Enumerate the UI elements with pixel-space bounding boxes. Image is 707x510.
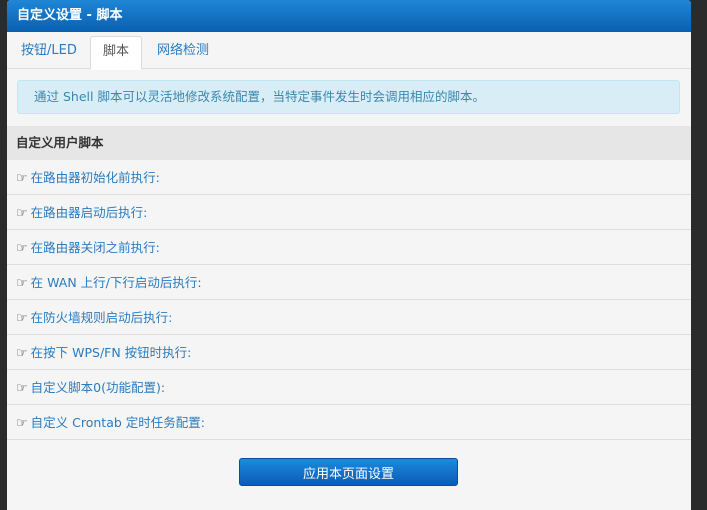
panel-title: 自定义设置 - 脚本 — [7, 0, 691, 32]
pointing-hand-icon: ☞ — [16, 381, 28, 396]
settings-panel: 自定义设置 - 脚本 按钮/LED 脚本 网络检测 通过 Shell 脚本可以灵… — [7, 0, 691, 510]
tab-network-check[interactable]: 网络检测 — [145, 36, 221, 69]
pointing-hand-icon: ☞ — [16, 206, 28, 221]
pointing-hand-icon: ☞ — [16, 346, 28, 361]
script-row-init[interactable]: ☞ 在路由器初始化前执行: — [7, 160, 691, 195]
info-alert: 通过 Shell 脚本可以灵活地修改系统配置，当特定事件发生时会调用相应的脚本。 — [17, 80, 680, 114]
script-list: ☞ 在路由器初始化前执行: ☞ 在路由器启动后执行: ☞ 在路由器关闭之前执行: ☞ 在… — [7, 160, 691, 440]
pointing-hand-icon: ☞ — [16, 276, 28, 291]
script-label: 自定义 Crontab 定时任务配置: — [30, 415, 205, 430]
apply-settings-button[interactable]: 应用本页面设置 — [239, 458, 458, 486]
tab-buttons-led[interactable]: 按钮/LED — [9, 36, 89, 69]
pointing-hand-icon: ☞ — [16, 241, 28, 256]
script-row-crontab[interactable]: ☞ 自定义 Crontab 定时任务配置: — [7, 405, 691, 440]
script-label: 在防火墙规则启动后执行: — [30, 310, 173, 325]
script-row-firewall[interactable]: ☞ 在防火墙规则启动后执行: — [7, 300, 691, 335]
tab-scripts[interactable]: 脚本 — [90, 36, 143, 70]
script-row-started[interactable]: ☞ 在路由器启动后执行: — [7, 195, 691, 230]
script-label: 在路由器启动后执行: — [30, 205, 148, 220]
script-label: 在路由器关闭之前执行: — [30, 240, 160, 255]
pointing-hand-icon: ☞ — [16, 311, 28, 326]
pointing-hand-icon: ☞ — [16, 416, 28, 431]
script-row-wan[interactable]: ☞ 在 WAN 上行/下行启动后执行: — [7, 265, 691, 300]
script-label: 在 WAN 上行/下行启动后执行: — [30, 275, 202, 290]
script-row-wps[interactable]: ☞ 在按下 WPS/FN 按钮时执行: — [7, 335, 691, 370]
tab-bar: 按钮/LED 脚本 网络检测 — [7, 32, 691, 70]
script-label: 在路由器初始化前执行: — [30, 170, 160, 185]
script-row-custom0[interactable]: ☞ 自定义脚本0(功能配置): — [7, 370, 691, 405]
pointing-hand-icon: ☞ — [16, 171, 28, 186]
script-row-shutdown[interactable]: ☞ 在路由器关闭之前执行: — [7, 230, 691, 265]
script-label: 在按下 WPS/FN 按钮时执行: — [30, 345, 192, 360]
script-label: 自定义脚本0(功能配置): — [30, 380, 166, 395]
section-title: 自定义用户脚本 — [7, 126, 691, 160]
